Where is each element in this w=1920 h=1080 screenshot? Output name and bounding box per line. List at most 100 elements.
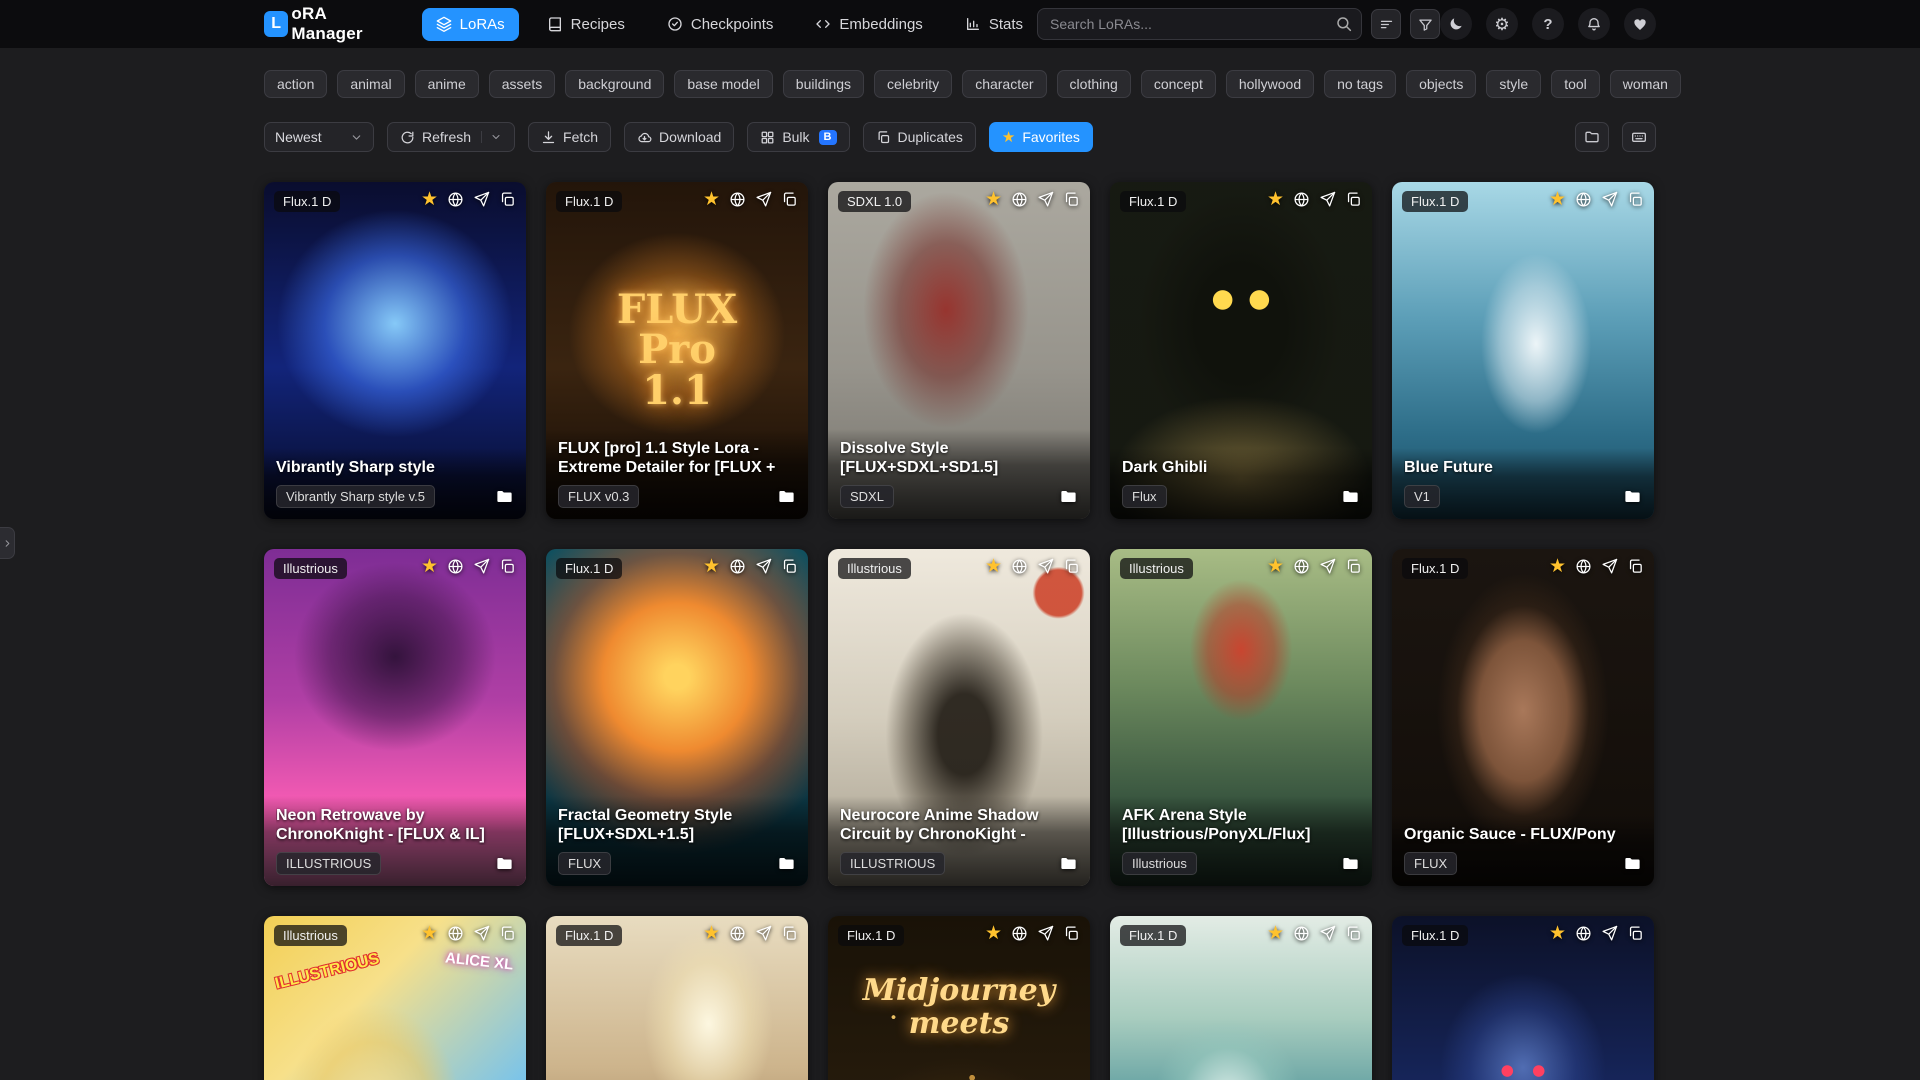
globe-icon[interactable] [1293,558,1310,575]
lora-card[interactable]: Flux.1 D ★ Blue Future V1 [1392,182,1654,519]
lora-card[interactable]: Illustrious ★ Neon Retrowave by ChronoKn… [264,549,526,886]
tag-concept[interactable]: concept [1141,70,1216,98]
tag-woman[interactable]: woman [1610,70,1681,98]
send-icon[interactable] [473,191,490,208]
tag-buildings[interactable]: buildings [783,70,864,98]
copy-icon[interactable] [1627,558,1644,575]
globe-icon[interactable] [1011,558,1028,575]
open-folder-button[interactable] [1575,122,1609,152]
favorite-star-icon[interactable]: ★ [703,925,720,942]
globe-icon[interactable] [1575,925,1592,942]
send-icon[interactable] [755,191,772,208]
send-icon[interactable] [1037,558,1054,575]
favorite-star-icon[interactable]: ★ [421,191,438,208]
keyboard-shortcuts-button[interactable] [1622,122,1656,152]
lora-card[interactable]: Flux.1 D ★ [1392,916,1654,1080]
favorite-star-icon[interactable]: ★ [703,558,720,575]
tag-style[interactable]: style [1486,70,1541,98]
tag-hollywood[interactable]: hollywood [1226,70,1314,98]
favorite-star-icon[interactable]: ★ [985,191,1002,208]
folder-icon[interactable] [495,487,514,506]
send-icon[interactable] [1037,191,1054,208]
tag-background[interactable]: background [565,70,664,98]
search-icon[interactable] [1335,15,1353,33]
tag-no-tags[interactable]: no tags [1324,70,1396,98]
send-icon[interactable] [755,925,772,942]
copy-icon[interactable] [1627,191,1644,208]
refresh-button[interactable]: Refresh [387,122,515,152]
search-input[interactable] [1037,8,1362,40]
send-icon[interactable] [1601,558,1618,575]
lora-card[interactable]: Flux.1 D ★ [546,916,808,1080]
copy-icon[interactable] [1345,925,1362,942]
send-icon[interactable] [1037,925,1054,942]
send-icon[interactable] [473,558,490,575]
send-icon[interactable] [1601,191,1618,208]
nav-item-checkpoints[interactable]: Checkpoints [653,8,788,41]
folder-icon[interactable] [1341,487,1360,506]
copy-icon[interactable] [781,558,798,575]
folder-icon[interactable] [777,487,796,506]
sort-options-button[interactable] [1371,9,1401,39]
sort-select[interactable]: Newest [264,122,374,152]
settings-button[interactable]: ⚙ [1486,8,1518,40]
lora-card[interactable]: Flux.1 D ★ [1110,916,1372,1080]
copy-icon[interactable] [1063,558,1080,575]
copy-icon[interactable] [1063,191,1080,208]
nav-item-stats[interactable]: Stats [951,8,1037,41]
favorites-filter-button[interactable]: ★ Favorites [989,122,1093,152]
globe-icon[interactable] [729,191,746,208]
nav-item-loras[interactable]: LoRAs [422,8,519,41]
globe-icon[interactable] [1011,925,1028,942]
notifications-button[interactable] [1578,8,1610,40]
bulk-button[interactable]: Bulk B [747,122,849,152]
lora-card[interactable]: Midjourney meets Flux.1 D ★ [828,916,1090,1080]
copy-icon[interactable] [499,925,516,942]
favorite-star-icon[interactable]: ★ [421,925,438,942]
send-icon[interactable] [1601,925,1618,942]
favorites-nav-button[interactable] [1624,8,1656,40]
folder-icon[interactable] [1059,854,1078,873]
favorite-star-icon[interactable]: ★ [1267,925,1284,942]
duplicates-button[interactable]: Duplicates [863,122,976,152]
lora-card[interactable]: Flux.1 D ★ Fractal Geometry Style [FLUX+… [546,549,808,886]
favorite-star-icon[interactable]: ★ [1549,191,1566,208]
copy-icon[interactable] [499,191,516,208]
lora-card[interactable]: SDXL 1.0 ★ Dissolve Style [FLUX+SDXL+SD1… [828,182,1090,519]
tag-tool[interactable]: tool [1551,70,1600,98]
globe-icon[interactable] [447,925,464,942]
globe-icon[interactable] [447,191,464,208]
send-icon[interactable] [1319,925,1336,942]
copy-icon[interactable] [781,191,798,208]
folder-icon[interactable] [1341,854,1360,873]
help-button[interactable]: ? [1532,8,1564,40]
globe-icon[interactable] [1575,191,1592,208]
download-button[interactable]: Download [624,122,734,152]
favorite-star-icon[interactable]: ★ [703,191,720,208]
globe-icon[interactable] [729,558,746,575]
folder-icon[interactable] [1623,487,1642,506]
filter-button[interactable] [1410,9,1440,39]
send-icon[interactable] [755,558,772,575]
nav-item-embeddings[interactable]: Embeddings [801,8,936,41]
lora-card[interactable]: Flux.1 D ★ Organic Sauce - FLUX/Pony FLU… [1392,549,1654,886]
tag-assets[interactable]: assets [489,70,555,98]
lora-card[interactable]: Illustrious ★ AFK Arena Style [Illustrio… [1110,549,1372,886]
sidebar-toggle-handle[interactable] [0,527,15,559]
tag-objects[interactable]: objects [1406,70,1476,98]
nav-item-recipes[interactable]: Recipes [533,8,639,41]
lora-card[interactable]: Illustrious ★ Neurocore Anime Shadow Cir… [828,549,1090,886]
globe-icon[interactable] [447,558,464,575]
tag-character[interactable]: character [962,70,1046,98]
globe-icon[interactable] [1293,191,1310,208]
send-icon[interactable] [1319,191,1336,208]
tag-clothing[interactable]: clothing [1057,70,1131,98]
send-icon[interactable] [473,925,490,942]
folder-icon[interactable] [495,854,514,873]
lora-card[interactable]: Flux.1 D ★ Dark Ghibli Flux [1110,182,1372,519]
folder-icon[interactable] [777,854,796,873]
tag-base-model[interactable]: base model [674,70,772,98]
lora-card[interactable]: FLUX Pro 1.1 Flux.1 D ★ FLUX [pro] 1.1 S… [546,182,808,519]
globe-icon[interactable] [1575,558,1592,575]
favorite-star-icon[interactable]: ★ [421,558,438,575]
